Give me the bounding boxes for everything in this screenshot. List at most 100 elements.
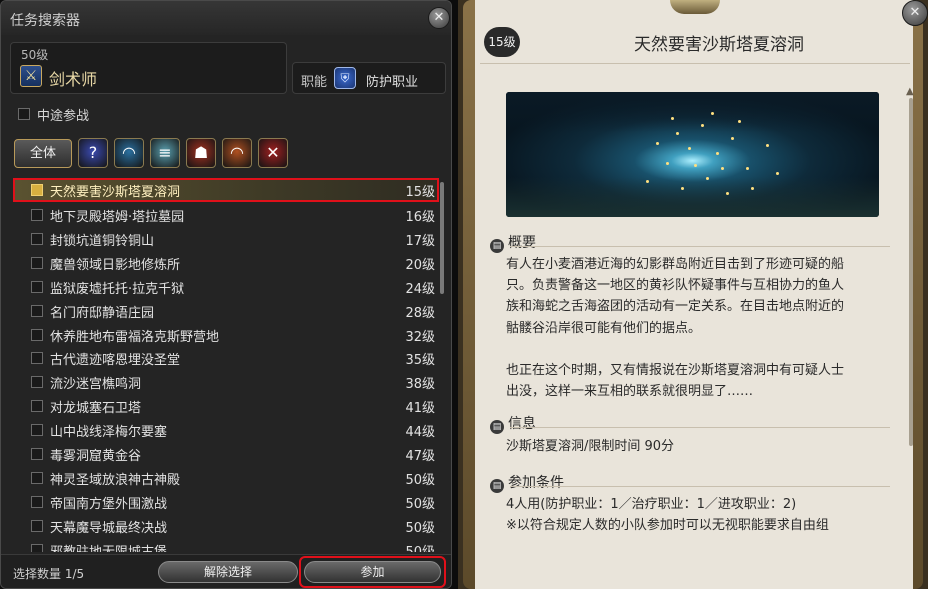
duty-row[interactable]: 对龙城塞石卫塔 41级 bbox=[13, 394, 439, 418]
duty-checkbox[interactable] bbox=[31, 519, 43, 532]
duty-level: 32级 bbox=[405, 329, 435, 345]
duty-checkbox[interactable] bbox=[31, 328, 43, 341]
duty-checkbox[interactable] bbox=[31, 304, 43, 317]
duty-checkbox[interactable] bbox=[31, 400, 43, 413]
duty-row[interactable]: 监狱废墟托托·拉克千狱 24级 bbox=[13, 275, 439, 299]
sparkle bbox=[731, 137, 734, 140]
role-label: 职能 bbox=[301, 75, 328, 90]
duty-checkbox[interactable] bbox=[31, 232, 43, 245]
sparkle bbox=[706, 177, 709, 180]
dungeon-portal-icon[interactable]: ◠ bbox=[114, 138, 144, 168]
duty-level: 20级 bbox=[405, 257, 435, 273]
duty-row[interactable]: 名门府邸静语庄园 28级 bbox=[13, 299, 439, 323]
category-all-button[interactable]: 全体 bbox=[14, 139, 72, 168]
duty-name: 毒雾洞窟黄金谷 bbox=[50, 449, 142, 464]
duty-level: 17级 bbox=[405, 233, 435, 249]
duty-row[interactable]: 流沙迷宫樵鸣洞 38级 bbox=[13, 370, 439, 394]
info-icon: ▤ bbox=[490, 420, 504, 434]
duty-row[interactable]: 毒雾洞窟黄金谷 47级 bbox=[13, 442, 439, 466]
duty-row[interactable]: 帝国南方堡外围激战 50级 bbox=[13, 490, 439, 514]
sparkle bbox=[776, 172, 779, 175]
duty-preview-image bbox=[506, 92, 879, 217]
info-divider bbox=[510, 427, 890, 428]
sparkle bbox=[694, 164, 697, 167]
duty-row[interactable]: 天幕魔导城最终决战 50级 bbox=[13, 514, 439, 538]
duty-checkbox[interactable] bbox=[31, 352, 43, 365]
duty-name: 监狱废墟托托·拉克千狱 bbox=[50, 281, 185, 297]
info-header: ▤ 信息 bbox=[490, 413, 536, 434]
duty-name: 天然要害沙斯塔夏溶洞 bbox=[50, 185, 181, 200]
mid-join-checkbox[interactable] bbox=[18, 108, 30, 120]
duty-level: 41级 bbox=[405, 401, 435, 417]
duty-checkbox[interactable] bbox=[31, 495, 43, 508]
duty-row[interactable]: 休养胜地布雷福洛克斯野营地 32级 bbox=[13, 323, 439, 347]
scroll-up-icon[interactable]: ▲ bbox=[906, 86, 914, 97]
sparkle bbox=[711, 112, 714, 115]
tank-shield-icon: ⛨ bbox=[334, 67, 356, 89]
duty-checkbox[interactable] bbox=[31, 209, 43, 221]
duty-name: 古代遗迹喀恩埋没圣堂 bbox=[50, 353, 181, 369]
duty-level: 38级 bbox=[405, 377, 435, 393]
duty-checkbox[interactable] bbox=[31, 543, 43, 552]
duty-name: 帝国南方堡外围激战 bbox=[50, 496, 168, 512]
sparkle bbox=[646, 180, 649, 183]
duty-name: 封锁坑道铜铃铜山 bbox=[50, 233, 155, 249]
duty-checkbox[interactable] bbox=[31, 280, 43, 293]
duty-row[interactable]: 天然要害沙斯塔夏溶洞 15级 bbox=[13, 178, 439, 202]
duty-name: 名门府邸静语庄园 bbox=[50, 305, 155, 321]
duty-row[interactable]: 魔兽领域日影地修炼所 20级 bbox=[13, 251, 439, 275]
text-line: 出没，这样一来互相的联系就很明显了…… bbox=[506, 384, 754, 400]
duty-checkbox[interactable] bbox=[31, 424, 43, 437]
duty-level: 47级 bbox=[405, 449, 435, 464]
duty-name: 山中战线泽梅尔要塞 bbox=[50, 425, 168, 441]
sparkle bbox=[766, 144, 769, 147]
duty-row[interactable]: 封锁坑道铜铃铜山 17级 bbox=[13, 227, 439, 251]
sparkle bbox=[666, 162, 669, 165]
duty-row[interactable]: 神灵圣域放浪神古神殿 50级 bbox=[13, 466, 439, 490]
title-divider bbox=[480, 63, 910, 64]
sparkle bbox=[721, 167, 724, 170]
conditions-divider bbox=[510, 486, 890, 487]
text-line: 骷髅谷沿岸很可能有他们的据点。 bbox=[506, 320, 702, 336]
duty-checkbox[interactable] bbox=[31, 376, 43, 389]
duty-name: 神灵圣域放浪神古神殿 bbox=[50, 472, 181, 488]
duty-row[interactable]: 古代遗迹喀恩埋没圣堂 35级 bbox=[13, 346, 439, 370]
duty-list-scrollbar[interactable] bbox=[440, 182, 444, 294]
text-line: 族和海蛇之舌海盗团的活动有一定关系。在目击地点附近的 bbox=[506, 299, 845, 315]
duty-level: 15级 bbox=[405, 185, 435, 200]
raid-portal-icon[interactable]: ◠ bbox=[222, 138, 252, 168]
duty-level: 44级 bbox=[405, 425, 435, 441]
text-line: 也正在这个时期，又有情报说在沙斯塔夏溶洞中有可疑人士 bbox=[506, 363, 845, 378]
scroll-icon[interactable]: ≡ bbox=[150, 138, 180, 168]
duty-checkbox[interactable] bbox=[31, 256, 43, 269]
frame-ornament bbox=[670, 0, 720, 14]
duty-level: 24级 bbox=[405, 281, 435, 297]
duty-row[interactable]: 山中战线泽梅尔要塞 44级 bbox=[13, 418, 439, 442]
duty-checkbox[interactable] bbox=[31, 448, 43, 460]
text-line: ※以符合规定人数的小队参加时可以无视职能要求自由组 bbox=[506, 518, 829, 534]
detail-close-icon[interactable]: ✕ bbox=[902, 0, 928, 26]
clear-selection-button[interactable]: 解除选择 bbox=[158, 561, 298, 583]
job-level: 50级 bbox=[21, 48, 49, 62]
pvp-swords-icon[interactable]: ✕ bbox=[258, 138, 288, 168]
duty-checkbox[interactable] bbox=[31, 184, 43, 196]
close-icon[interactable]: ✕ bbox=[428, 7, 450, 29]
duty-row[interactable]: 邪教驻地无限城古堡 50级 bbox=[13, 538, 439, 552]
sparkle bbox=[738, 120, 741, 123]
mystery-duty-icon[interactable]: ? bbox=[78, 138, 108, 168]
role-value: 防护职业 bbox=[366, 75, 419, 90]
sparkle bbox=[716, 152, 719, 155]
sparkle bbox=[676, 132, 679, 135]
join-button[interactable]: 参加 bbox=[304, 561, 441, 583]
title-bar[interactable]: 任务搜索器 ✕ bbox=[1, 1, 451, 35]
finder-footer: 选择数量 1/5 解除选择 参加 bbox=[1, 554, 451, 588]
duty-row[interactable]: 地下灵殿塔姆·塔拉墓园 16级 bbox=[13, 203, 439, 227]
trial-mask-icon[interactable]: ☗ bbox=[186, 138, 216, 168]
duty-level: 35级 bbox=[405, 353, 435, 369]
detail-scrollbar[interactable] bbox=[909, 98, 913, 446]
role-panel: 职能 ⛨ 防护职业 bbox=[292, 62, 446, 94]
selection-count: 选择数量 1/5 bbox=[13, 567, 85, 581]
duty-detail-window: ✕ 15级 天然要害沙斯塔夏溶洞 ▲ ▤ 概要 有人在小麦酒港近海的幻影群岛附近目… bbox=[458, 0, 928, 589]
duty-level: 50级 bbox=[405, 472, 435, 488]
duty-checkbox[interactable] bbox=[31, 471, 43, 484]
